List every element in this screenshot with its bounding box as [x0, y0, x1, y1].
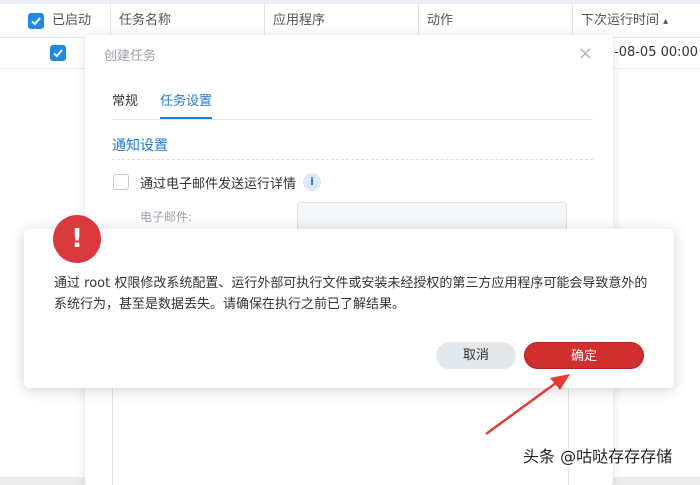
confirm-button[interactable]: 确定: [524, 342, 644, 369]
email-field-label: 电子邮件:: [140, 210, 193, 224]
email-notify-label: 通过电子邮件发送运行详情: [140, 177, 297, 192]
table-header: 已启动 任务名称 应用程序 动作 下次运行时间 ▴: [0, 4, 700, 38]
info-icon[interactable]: i: [303, 173, 321, 191]
dialog-title: 创建任务: [104, 49, 157, 64]
row-enabled-checkbox[interactable]: [50, 45, 66, 61]
select-all-checkbox[interactable]: [28, 13, 44, 29]
column-task-name[interactable]: 任务名称: [110, 4, 264, 37]
tab-task-settings[interactable]: 任务设置: [160, 90, 213, 119]
tab-general[interactable]: 常规: [112, 90, 138, 117]
column-next-run[interactable]: 下次运行时间 ▴: [572, 4, 700, 37]
check-icon: [31, 17, 41, 26]
check-icon: [53, 49, 63, 58]
column-action[interactable]: 动作: [418, 4, 572, 37]
column-application[interactable]: 应用程序: [264, 4, 418, 37]
warning-message: 通过 root 权限修改系统配置、运行外部可执行文件或安装未经授权的第三方应用程…: [54, 276, 648, 312]
email-field[interactable]: [297, 202, 567, 232]
tab-divider: [112, 119, 593, 120]
sort-asc-icon: ▴: [663, 16, 669, 27]
email-notify-checkbox[interactable]: [113, 174, 129, 190]
close-icon[interactable]: ×: [578, 43, 593, 64]
column-next-run-label: 下次运行时间: [581, 13, 660, 28]
next-run-cell: -08-05 00:00: [614, 45, 699, 60]
warning-icon: !: [53, 215, 101, 263]
watermark: 头条 @咕哒存存存储: [523, 447, 673, 466]
cancel-button[interactable]: 取消: [436, 342, 516, 369]
notification-section-title: 通知设置: [112, 138, 168, 154]
column-enabled[interactable]: 已启动: [44, 4, 110, 37]
section-divider: [112, 159, 593, 160]
dialog-tabs: 常规 任务设置: [112, 90, 234, 120]
warning-dialog: 通过 root 权限修改系统配置、运行外部可执行文件或安装未经授权的第三方应用程…: [24, 229, 674, 388]
annotation-arrow-icon: [485, 374, 570, 436]
